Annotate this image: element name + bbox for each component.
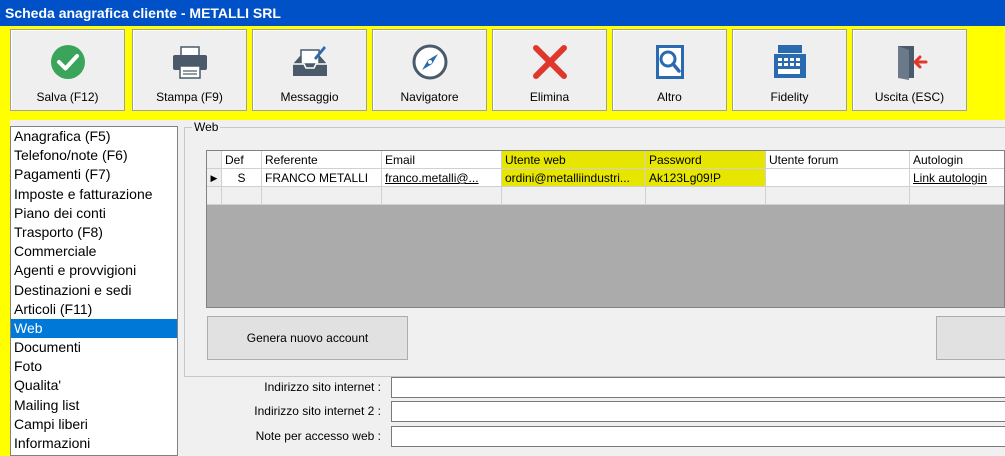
autologin-link[interactable]: Link autologin [910, 169, 1004, 187]
sidebar-item-anagrafica[interactable]: Anagrafica (F5) [11, 127, 177, 146]
other-button-label: Altro [657, 90, 682, 104]
delete-button-label: Elimina [529, 90, 570, 104]
window-title: Scheda anagrafica cliente - METALLI SRL [0, 0, 1005, 26]
new-row-header [207, 187, 222, 205]
new-cell-password[interactable] [646, 187, 766, 205]
website-2-input[interactable] [391, 401, 1005, 422]
sidebar-item-web[interactable]: Web [11, 318, 177, 339]
content-area: Anagrafica (F5) Telefono/note (F6) Pagam… [10, 120, 1005, 456]
delete-x-icon [533, 45, 567, 79]
cell-password[interactable]: Ak123Lg09!P [646, 169, 766, 187]
col-header-def[interactable]: Def [222, 151, 262, 169]
sidebar-item-foto[interactable]: Foto [11, 357, 177, 376]
search-book-icon [656, 45, 684, 79]
toolbar: Salva (F12) Stampa (F9) Messaggio Naviga… [10, 29, 1005, 114]
table-row[interactable]: ▶ S FRANCO METALLI franco.metalli@... or… [207, 169, 1004, 187]
message-button-label: Messaggio [280, 90, 339, 104]
cell-utente-forum[interactable] [766, 169, 910, 187]
cell-referente[interactable]: FRANCO METALLI [262, 169, 382, 187]
col-header-utente-forum[interactable]: Utente forum [766, 151, 910, 169]
exit-button[interactable]: Uscita (ESC) [852, 29, 967, 111]
save-button-label: Salva (F12) [36, 90, 99, 104]
cell-def[interactable]: S [222, 169, 262, 187]
grid-corner [207, 151, 222, 169]
new-cell-email[interactable] [382, 187, 502, 205]
grid-header-row: Def Referente Email Utente web Password … [207, 151, 1004, 169]
save-button[interactable]: Salva (F12) [10, 29, 125, 111]
printer-icon [173, 46, 207, 79]
web-group-title: Web [192, 120, 221, 134]
col-header-referente[interactable]: Referente [262, 151, 382, 169]
sidebar-item-trasporto[interactable]: Trasporto (F8) [11, 223, 177, 242]
new-cell-referente[interactable] [262, 187, 382, 205]
web-access-notes-label: Note per accesso web : [255, 429, 381, 443]
col-header-password[interactable]: Password [646, 151, 766, 169]
exit-door-icon [898, 46, 928, 80]
sidebar-item-imposte[interactable]: Imposte e fatturazione [11, 185, 177, 204]
new-cell-def[interactable] [222, 187, 262, 205]
print-button[interactable]: Stampa (F9) [132, 29, 247, 111]
fidelity-button-label: Fidelity [770, 90, 809, 104]
row-marker-icon: ▶ [207, 169, 222, 187]
delete-button[interactable]: Elimina [492, 29, 607, 111]
navigator-button-label: Navigatore [400, 90, 459, 104]
website-1-input[interactable] [391, 377, 1005, 398]
new-cell-autologin[interactable] [910, 187, 1004, 205]
sidebar-item-pagamenti[interactable]: Pagamenti (F7) [11, 165, 177, 184]
generate-account-button[interactable]: Genera nuovo account [207, 316, 408, 360]
col-header-autologin[interactable]: Autologin [910, 151, 1004, 169]
website-1-label: Indirizzo sito internet : [264, 380, 381, 394]
message-button[interactable]: Messaggio [252, 29, 367, 111]
cash-register-icon [774, 45, 806, 78]
sidebar-item-telefono-note[interactable]: Telefono/note (F6) [11, 146, 177, 165]
exit-button-label: Uscita (ESC) [874, 90, 945, 104]
check-circle-icon [51, 45, 85, 79]
new-cell-utente-web[interactable] [502, 187, 646, 205]
secondary-action-button[interactable] [936, 316, 1005, 360]
compass-icon [412, 44, 448, 80]
sidebar-item-commerciale[interactable]: Commerciale [11, 242, 177, 261]
print-button-label: Stampa (F9) [156, 90, 223, 104]
sidebar-item-documenti[interactable]: Documenti [11, 338, 177, 357]
cell-email[interactable]: franco.metalli@... [382, 169, 502, 187]
sidebar-item-articoli[interactable]: Articoli (F11) [11, 300, 177, 319]
website-2-label: Indirizzo sito internet 2 : [254, 404, 381, 418]
sidebar-item-piano-conti[interactable]: Piano dei conti [11, 204, 177, 223]
new-cell-utente-forum[interactable] [766, 187, 910, 205]
col-header-utente-web[interactable]: Utente web [502, 151, 646, 169]
other-button[interactable]: Altro [612, 29, 727, 111]
sidebar-item-agenti[interactable]: Agenti e provvigioni [11, 261, 177, 280]
cell-utente-web[interactable]: ordini@metalliindustri... [502, 169, 646, 187]
col-header-email[interactable]: Email [382, 151, 502, 169]
fidelity-button[interactable]: Fidelity [732, 29, 847, 111]
navigator-button[interactable]: Navigatore [372, 29, 487, 111]
grid-new-row[interactable] [207, 187, 1004, 205]
web-access-notes-input[interactable] [391, 426, 1005, 447]
sidebar-item-destinazioni[interactable]: Destinazioni e sedi [11, 281, 177, 300]
web-accounts-grid[interactable]: Def Referente Email Utente web Password … [206, 150, 1005, 308]
message-edit-icon [293, 46, 327, 76]
